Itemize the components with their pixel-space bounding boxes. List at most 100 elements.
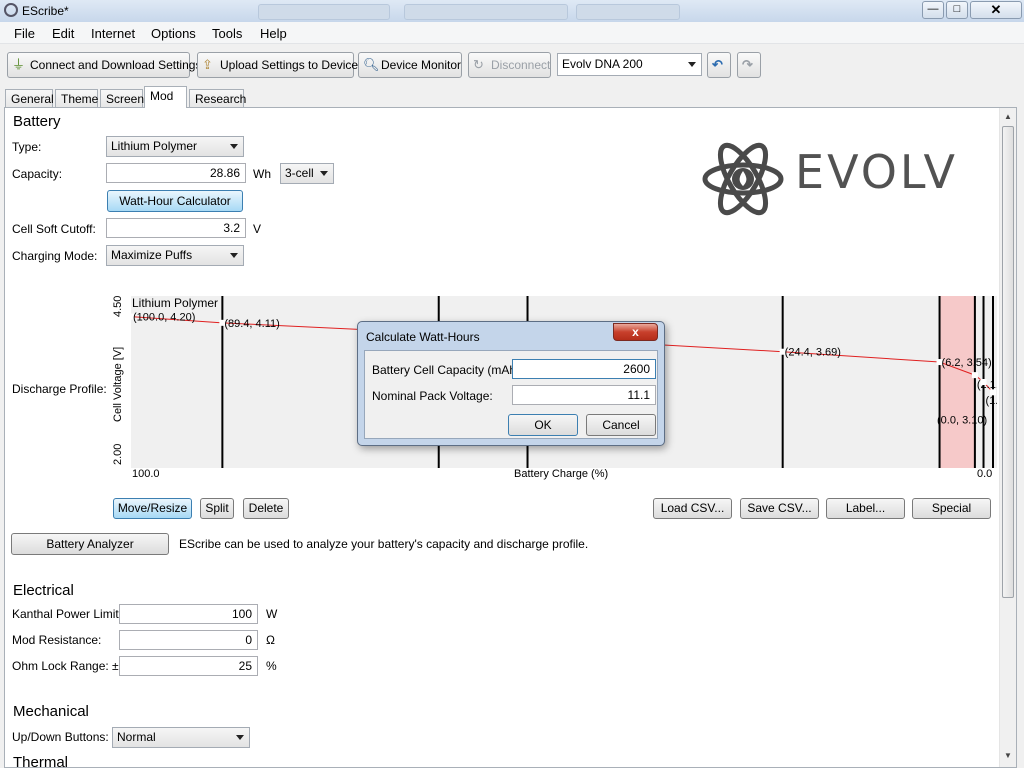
nominal-voltage-label: Nominal Pack Voltage: xyxy=(372,389,493,403)
menu-options[interactable]: Options xyxy=(151,26,196,41)
label-button[interactable]: Label... xyxy=(826,498,905,519)
chart-title: Lithium Polymer xyxy=(132,296,219,310)
tab-mod[interactable]: Mod xyxy=(144,86,187,108)
charging-mode-select[interactable]: Maximize Puffs xyxy=(106,245,244,266)
close-icon: x xyxy=(632,325,639,339)
evolv-logo: EVOLV xyxy=(699,133,984,223)
load-csv-button[interactable]: Load CSV... xyxy=(653,498,732,519)
chevron-down-icon xyxy=(230,143,238,149)
refresh-icon: ↻ xyxy=(473,57,484,72)
data-point-label: (1.1, 3.25) xyxy=(986,395,997,407)
data-point-label: (89.4, 4.11) xyxy=(224,318,279,330)
y-tick-top: 4.50 xyxy=(112,295,124,317)
electrical-heading: Electrical xyxy=(13,582,74,599)
capacity-field[interactable]: 28.86 xyxy=(106,163,246,183)
nominal-voltage-field[interactable]: 11.1 xyxy=(512,385,656,405)
connect-download-button[interactable]: ⏚ Connect and Download Settings xyxy=(7,52,201,78)
redo-button[interactable]: ↷ xyxy=(737,52,761,78)
ohm-lock-unit: % xyxy=(266,659,277,673)
ohm-lock-range-label: Ohm Lock Range: ± xyxy=(12,659,119,673)
chevron-down-icon xyxy=(320,170,328,176)
chevron-down-icon xyxy=(236,734,244,740)
background-tab[interactable] xyxy=(576,4,680,20)
data-point-marker xyxy=(971,372,978,379)
device-monitor-button[interactable]: 🔍︎ Device Monitor xyxy=(358,52,462,78)
close-window-button[interactable]: ✕ xyxy=(970,1,1022,19)
tab-general[interactable]: General xyxy=(5,89,54,108)
device-select[interactable]: Evolv DNA 200 xyxy=(557,53,702,76)
escribe-app-icon xyxy=(4,3,18,17)
watt-hour-calculator-button[interactable]: Watt-Hour Calculator xyxy=(107,190,243,212)
up-down-buttons-value: Normal xyxy=(117,730,156,744)
power-limit-label: Kanthal Power Limit: xyxy=(12,607,123,621)
power-limit-field[interactable]: 100 xyxy=(119,604,258,624)
save-csv-button[interactable]: Save CSV... xyxy=(740,498,819,519)
chevron-down-icon xyxy=(688,61,696,67)
scrollbar-thumb[interactable] xyxy=(1002,126,1014,598)
menu-edit[interactable]: Edit xyxy=(52,26,74,41)
cell-soft-cutoff-label: Cell Soft Cutoff: xyxy=(12,222,96,236)
analyzer-description: EScribe can be used to analyze your batt… xyxy=(179,537,589,551)
maximize-button[interactable]: □ xyxy=(946,1,968,19)
scroll-up-icon[interactable]: ▲ xyxy=(1004,112,1012,121)
ohm-lock-range-field[interactable]: 25 xyxy=(119,656,258,676)
data-point-label: (100.0, 4.20) xyxy=(133,312,195,324)
mod-resistance-field[interactable]: 0 xyxy=(119,630,258,650)
cell-soft-cutoff-field[interactable]: 3.2 xyxy=(106,218,246,238)
undo-icon: ↶ xyxy=(712,57,723,72)
battery-analyzer-button[interactable]: Battery Analyzer xyxy=(11,533,169,555)
mechanical-heading: Mechanical xyxy=(13,703,89,720)
disconnect-button[interactable]: ↻ Disconnect xyxy=(468,52,551,78)
x-tick-left: 100.0 xyxy=(132,468,160,480)
chevron-down-icon xyxy=(230,252,238,258)
cell-capacity-field[interactable]: 2600 xyxy=(512,359,656,379)
capacity-unit: Wh xyxy=(253,167,271,181)
magnifier-icon: 🔍︎ xyxy=(363,57,380,72)
redo-icon: ↷ xyxy=(742,57,753,72)
split-button[interactable]: Split xyxy=(200,498,234,519)
undo-button[interactable]: ↶ xyxy=(707,52,731,78)
tab-screen[interactable]: Screen xyxy=(100,89,144,108)
special-button[interactable]: Special xyxy=(912,498,991,519)
resistance-unit: Ω xyxy=(266,633,275,647)
evolv-logo-text: EVOLV xyxy=(795,145,958,199)
ok-button[interactable]: OK xyxy=(508,414,578,436)
scroll-down-icon[interactable]: ▼ xyxy=(1004,751,1012,760)
menu-file[interactable]: File xyxy=(14,26,35,41)
atom-logo-icon xyxy=(702,142,784,216)
x-tick-right: 0.0 xyxy=(977,468,993,480)
vertical-scrollbar[interactable]: ▲ ▼ xyxy=(999,108,1016,767)
menu-tools[interactable]: Tools xyxy=(212,26,242,41)
capacity-label: Capacity: xyxy=(12,167,63,181)
data-point-marker xyxy=(990,389,996,396)
tab-theme[interactable]: Theme xyxy=(55,89,98,108)
plug-icon: ⏚ xyxy=(12,57,26,72)
dialog-close-button[interactable]: x xyxy=(613,323,658,341)
delete-button[interactable]: Delete xyxy=(243,498,289,519)
upload-settings-label: Upload Settings to Device xyxy=(220,58,359,72)
thermal-heading: Thermal xyxy=(13,754,69,768)
data-point-label: (24.4, 3.69) xyxy=(785,347,841,359)
data-point-marker xyxy=(980,379,987,385)
dialog-title: Calculate Watt-Hours xyxy=(366,330,480,344)
discharge-profile-label: Discharge Profile: xyxy=(12,382,107,396)
x-axis-label: Battery Charge (%) xyxy=(514,468,609,480)
cancel-button[interactable]: Cancel xyxy=(586,414,656,436)
upload-settings-button[interactable]: ⇪ Upload Settings to Device xyxy=(197,52,358,78)
mod-resistance-label: Mod Resistance: xyxy=(12,633,102,647)
battery-type-label: Type: xyxy=(12,140,42,154)
battery-type-select[interactable]: Lithium Polymer xyxy=(106,136,244,157)
background-tab[interactable] xyxy=(258,4,390,20)
background-tab[interactable] xyxy=(404,4,568,20)
tab-strip: General Theme Screen Mod Research xyxy=(0,86,1024,108)
menu-bar: File Edit Internet Options Tools Help xyxy=(0,22,1024,44)
minimize-button[interactable]: — xyxy=(922,1,944,19)
menu-help[interactable]: Help xyxy=(260,26,287,41)
move-resize-button[interactable]: Move/Resize xyxy=(113,498,192,519)
data-point-label: (0.0, 3.10) xyxy=(937,414,987,426)
tab-research[interactable]: Research xyxy=(189,89,246,108)
y-tick-bottom: 2.00 xyxy=(112,443,124,465)
cell-count-select[interactable]: 3-cell xyxy=(280,163,334,184)
up-down-buttons-select[interactable]: Normal xyxy=(112,727,250,748)
menu-internet[interactable]: Internet xyxy=(91,26,135,41)
